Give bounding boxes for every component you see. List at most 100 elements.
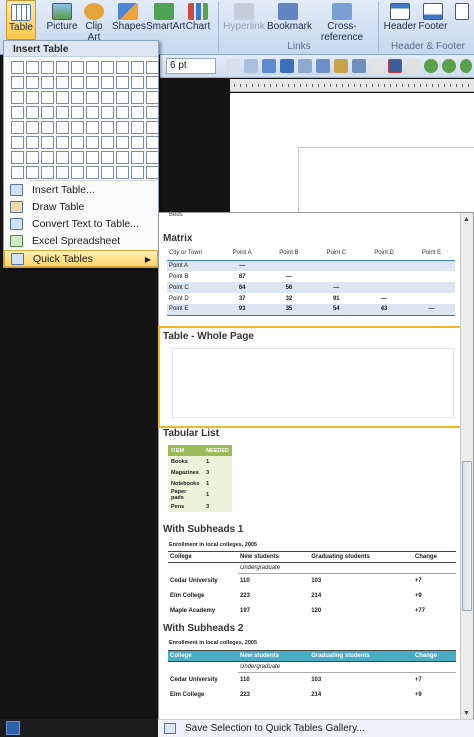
- tabular-list-table[interactable]: ITEM NEEDED Books 1 Magazines 3 Notebooks 1 Pape…: [168, 445, 232, 512]
- grid-cell[interactable]: [86, 151, 99, 164]
- convert-text-item[interactable]: Convert Text to Table...: [4, 216, 158, 233]
- grid-cell[interactable]: [26, 91, 39, 104]
- scroll-up-icon[interactable]: ▲: [463, 216, 470, 223]
- grid-cell[interactable]: [116, 106, 129, 119]
- grid-cell[interactable]: [146, 151, 159, 164]
- app-icon[interactable]: [6, 721, 20, 735]
- bullets-icon[interactable]: [406, 59, 420, 73]
- grid-cell[interactable]: [56, 136, 69, 149]
- grid-cell[interactable]: [116, 151, 129, 164]
- cross-reference-button[interactable]: Cross-reference: [310, 0, 374, 43]
- hyperlink-button[interactable]: Hyperlink: [222, 0, 266, 32]
- grid-cell[interactable]: [131, 166, 144, 179]
- grid-cell[interactable]: [86, 91, 99, 104]
- align-icon[interactable]: [352, 59, 366, 73]
- grid-cell[interactable]: [71, 76, 84, 89]
- grid-cell[interactable]: [86, 166, 99, 179]
- grid-cell[interactable]: [101, 166, 114, 179]
- whole-page-gallery-item[interactable]: Table - Whole Page: [158, 326, 467, 428]
- grid-cell[interactable]: [86, 136, 99, 149]
- chart-button[interactable]: Chart: [184, 0, 212, 32]
- grid-cell[interactable]: [116, 166, 129, 179]
- grid-cell[interactable]: [11, 61, 24, 74]
- grid-cell[interactable]: [41, 91, 54, 104]
- grid-cell[interactable]: [101, 151, 114, 164]
- grid-cell[interactable]: [71, 136, 84, 149]
- insert-table-item[interactable]: Insert Table...: [4, 182, 158, 199]
- grid-cell[interactable]: [56, 61, 69, 74]
- grid-cell[interactable]: [41, 166, 54, 179]
- status-green-icon[interactable]: [460, 59, 472, 73]
- grid-cell[interactable]: [116, 61, 129, 74]
- footer-button[interactable]: Footer: [418, 0, 448, 32]
- grid-cell[interactable]: [146, 136, 159, 149]
- grid-cell[interactable]: [86, 121, 99, 134]
- scroll-down-icon[interactable]: ▼: [463, 710, 470, 717]
- grid-cell[interactable]: [26, 76, 39, 89]
- grid-cell[interactable]: [26, 121, 39, 134]
- grid-cell[interactable]: [71, 61, 84, 74]
- grid-cell[interactable]: [56, 91, 69, 104]
- grid-cell[interactable]: [71, 151, 84, 164]
- grid-cell[interactable]: [41, 151, 54, 164]
- grid-cell[interactable]: [56, 166, 69, 179]
- grid-cell[interactable]: [116, 136, 129, 149]
- grid-cell[interactable]: [56, 151, 69, 164]
- grid-cell[interactable]: [101, 121, 114, 134]
- bookmark-button[interactable]: Bookmark: [267, 0, 312, 32]
- shading-icon[interactable]: [316, 59, 330, 73]
- grid-cell[interactable]: [26, 166, 39, 179]
- grid-cell[interactable]: [71, 106, 84, 119]
- table-button[interactable]: Table: [6, 0, 36, 40]
- text-box-icon[interactable]: [370, 59, 384, 73]
- grid-cell[interactable]: [131, 121, 144, 134]
- grid-cell[interactable]: [26, 136, 39, 149]
- font-icon[interactable]: [226, 59, 240, 73]
- grid-cell[interactable]: [146, 106, 159, 119]
- subheads2-table[interactable]: College New students Graduating students Ch…: [168, 650, 456, 703]
- grid-cell[interactable]: [11, 166, 24, 179]
- status-green-icon[interactable]: [424, 59, 438, 73]
- table-size-grid[interactable]: [11, 61, 159, 179]
- picture-button[interactable]: Picture: [46, 0, 78, 32]
- highlight-icon[interactable]: [334, 59, 348, 73]
- grid-cell[interactable]: [41, 76, 54, 89]
- grid-cell[interactable]: [71, 166, 84, 179]
- excel-spreadsheet-item[interactable]: Excel Spreadsheet: [4, 233, 158, 250]
- grid-cell[interactable]: [11, 151, 24, 164]
- grid-cell[interactable]: [131, 106, 144, 119]
- grid-cell[interactable]: [131, 151, 144, 164]
- draw-table-item[interactable]: Draw Table: [4, 199, 158, 216]
- grid-cell[interactable]: [146, 121, 159, 134]
- save-selection-item[interactable]: Save Selection to Quick Tables Gallery..…: [158, 719, 474, 737]
- grid-cell[interactable]: [11, 121, 24, 134]
- grid-cell[interactable]: [146, 166, 159, 179]
- grid-cell[interactable]: [131, 61, 144, 74]
- grid-cell[interactable]: [101, 91, 114, 104]
- grid-cell[interactable]: [41, 136, 54, 149]
- grid-cell[interactable]: [71, 91, 84, 104]
- grid-cell[interactable]: [146, 91, 159, 104]
- grid-cell[interactable]: [101, 136, 114, 149]
- grid-cell[interactable]: [131, 91, 144, 104]
- grid-cell[interactable]: [116, 121, 129, 134]
- grid-cell[interactable]: [146, 76, 159, 89]
- grid-cell[interactable]: [101, 106, 114, 119]
- grid-cell[interactable]: [71, 121, 84, 134]
- grid-cell[interactable]: [56, 76, 69, 89]
- grid-cell[interactable]: [26, 151, 39, 164]
- font-color-icon[interactable]: [388, 59, 402, 73]
- borders-icon[interactable]: [298, 59, 312, 73]
- grid-cell[interactable]: [11, 136, 24, 149]
- grid-cell[interactable]: [26, 106, 39, 119]
- grid-cell[interactable]: [86, 76, 99, 89]
- grid-cell[interactable]: [116, 91, 129, 104]
- smartart-button[interactable]: SmartArt: [146, 0, 185, 32]
- matrix-table[interactable]: City or Town Point A Point B Point C Point D…: [167, 247, 455, 316]
- style-icon[interactable]: [244, 59, 258, 73]
- grid-cell[interactable]: [131, 76, 144, 89]
- grid-cell[interactable]: [86, 106, 99, 119]
- scroll-thumb[interactable]: [462, 461, 472, 611]
- font-size-field[interactable]: 6 pt: [166, 58, 216, 74]
- grid-cell[interactable]: [26, 61, 39, 74]
